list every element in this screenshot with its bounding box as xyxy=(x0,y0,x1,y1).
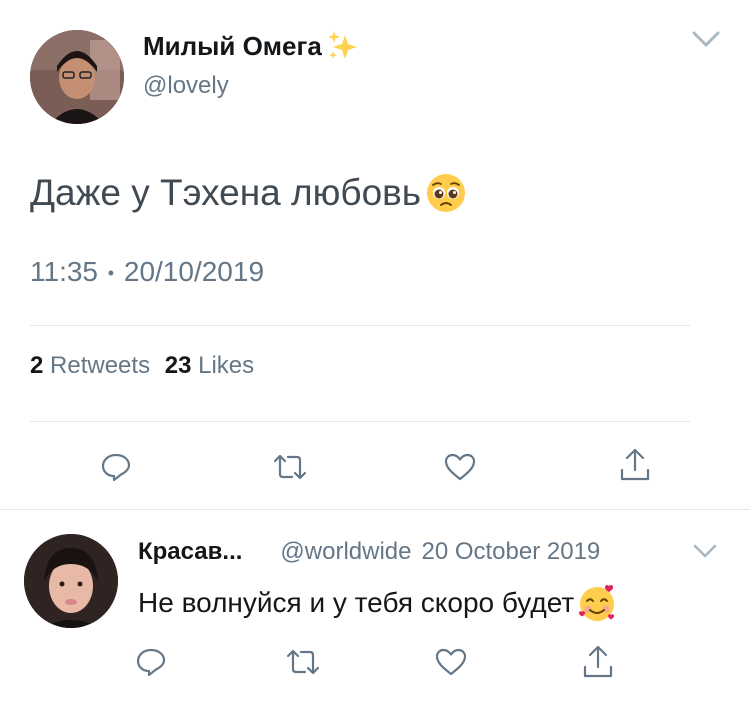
reply-display-name[interactable]: Красав... xyxy=(138,538,242,566)
tweet-date: 20/10/2019 xyxy=(123,256,265,287)
sparkles-icon xyxy=(325,29,359,63)
share-icon[interactable] xyxy=(582,643,614,679)
reply-author-avatar-photo xyxy=(24,534,118,628)
reply-handle[interactable]: @worldwide xyxy=(280,538,411,566)
likes-stat[interactable]: 23 Likes xyxy=(165,352,254,379)
pleading-face-icon xyxy=(425,172,467,214)
reply-text: Не волнуйся и у тебя скоро будет xyxy=(138,587,575,618)
section-divider xyxy=(0,509,750,510)
author-avatar[interactable] xyxy=(30,30,124,124)
chevron-down-icon[interactable] xyxy=(690,28,722,50)
heart-icon[interactable] xyxy=(434,647,468,677)
author-display-name[interactable]: Милый Омега xyxy=(143,31,322,62)
divider xyxy=(30,325,690,326)
heart-icon[interactable] xyxy=(443,452,477,482)
tweet-text: Даже у Тэхена любовь xyxy=(30,172,422,213)
retweet-icon[interactable] xyxy=(285,647,321,677)
chevron-down-icon[interactable] xyxy=(692,542,718,560)
retweets-stat[interactable]: 2 Retweets xyxy=(30,352,157,379)
likes-label: Likes xyxy=(198,352,255,379)
smiling-face-with-hearts-icon xyxy=(576,582,618,624)
divider xyxy=(30,421,690,422)
tweet-time: 11:35 xyxy=(30,256,98,287)
reply-icon[interactable] xyxy=(135,646,167,678)
author-avatar-photo xyxy=(30,30,124,124)
retweets-label: Retweets xyxy=(50,352,151,379)
reply-icon[interactable] xyxy=(100,451,132,483)
likes-count: 23 xyxy=(164,352,192,379)
reply-author-avatar[interactable] xyxy=(24,534,118,628)
share-icon[interactable] xyxy=(619,446,651,482)
author-handle[interactable]: @lovely xyxy=(143,72,229,100)
meta-separator: • xyxy=(107,263,115,284)
retweet-icon[interactable] xyxy=(272,452,308,482)
retweets-count: 2 xyxy=(30,352,44,379)
reply-date: 20 October 2019 xyxy=(421,538,601,565)
